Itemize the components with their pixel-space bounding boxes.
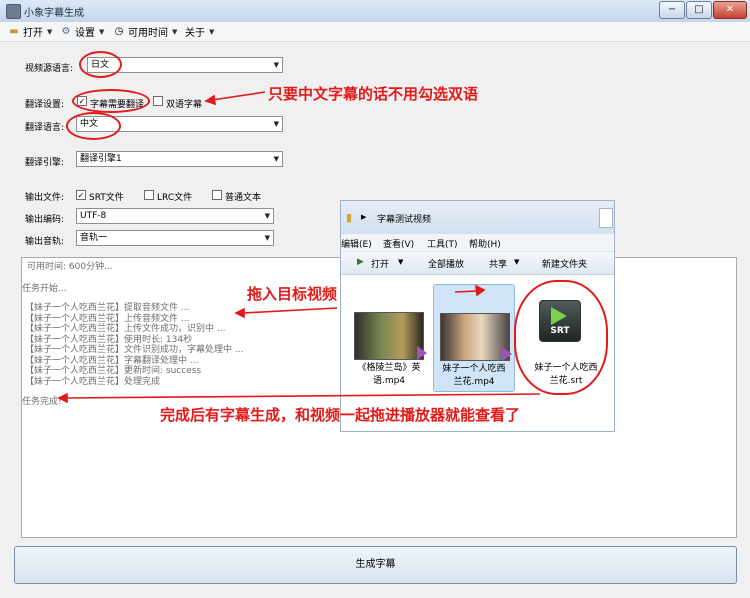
arrow-line (242, 307, 338, 314)
annotation-arrows (57, 91, 541, 404)
arrow-head (475, 284, 486, 297)
arrow-head (57, 392, 68, 404)
arrow-head (234, 307, 245, 319)
arrow-line (65, 393, 541, 399)
arrow-line (211, 91, 266, 101)
arrow-line (454, 290, 478, 293)
arrow-head (204, 94, 216, 106)
